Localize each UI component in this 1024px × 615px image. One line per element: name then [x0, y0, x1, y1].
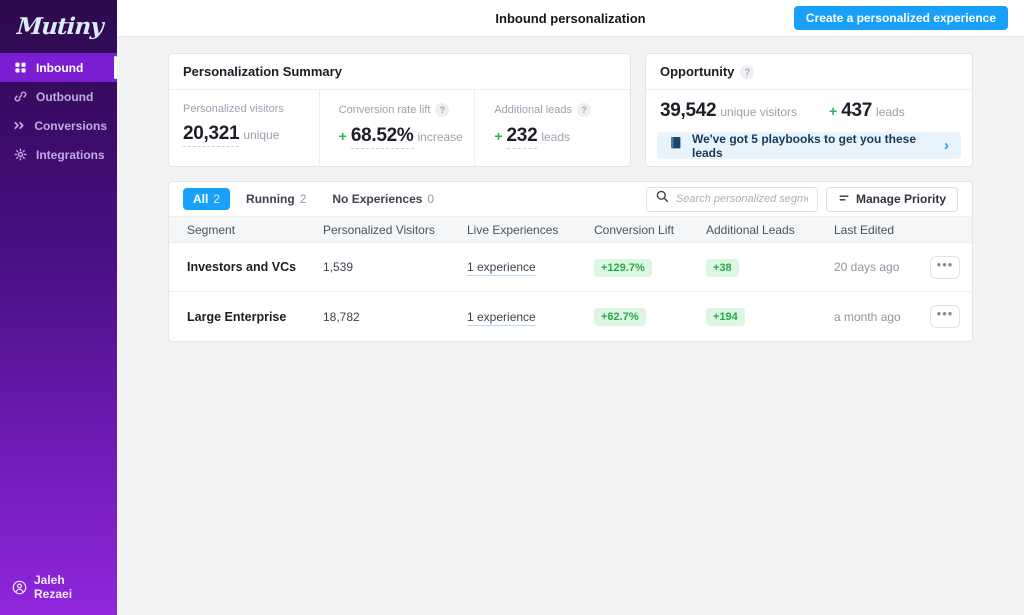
user-account[interactable]: Jaleh Rezaei: [0, 559, 117, 615]
conversion-lift-badge: +62.7%: [594, 308, 646, 326]
stat-value: 39,542: [660, 100, 716, 122]
live-experiences-link[interactable]: 1 experience: [467, 310, 536, 326]
additional-leads-badge: +194: [706, 308, 745, 326]
stat-value: 68.52%: [351, 125, 414, 149]
segments-table-card: All 2 Running 2 No Experiences 0 Manage …: [168, 181, 973, 342]
table-row[interactable]: Investors and VCs 1,539 1 experience +12…: [169, 243, 972, 292]
filter-tab-all[interactable]: All 2: [183, 188, 230, 210]
summary-stat: Conversion rate lift ? + 68.52% increase: [319, 90, 475, 167]
filter-tab-no-experiences[interactable]: No Experiences 0: [322, 188, 444, 210]
table-row[interactable]: Large Enterprise 18,782 1 experience +62…: [169, 292, 972, 341]
stat-suffix: increase: [418, 130, 463, 144]
sidebar-item-conversions[interactable]: Conversions: [0, 111, 117, 140]
manage-priority-button[interactable]: Manage Priority: [826, 187, 958, 212]
sidebar-item-outbound[interactable]: Outbound: [0, 82, 117, 111]
plus-sign: +: [494, 128, 502, 144]
column-header: Last Edited: [834, 223, 916, 237]
opportunity-card-title: Opportunity: [660, 64, 734, 79]
stat-value: 20,321: [183, 123, 239, 147]
stat-value: 437: [841, 100, 872, 122]
help-icon[interactable]: ?: [435, 103, 449, 117]
playbooks-banner-text: We've got 5 playbooks to get you these l…: [692, 132, 934, 160]
personalized-visitors-value: 18,782: [323, 310, 467, 324]
personalization-summary-card: Personalization Summary Personalized vis…: [168, 53, 631, 167]
filter-tabs: All 2 Running 2 No Experiences 0: [183, 188, 444, 210]
opportunity-stat: + 437 leads: [829, 100, 905, 122]
user-name: Jaleh Rezaei: [34, 573, 105, 601]
search-box[interactable]: [646, 187, 818, 212]
column-header: Personalized Visitors: [323, 223, 467, 237]
grid-icon: [13, 60, 28, 75]
manage-priority-label: Manage Priority: [856, 192, 946, 206]
sidebar-nav: Inbound Outbound Conversions Integration…: [0, 53, 117, 169]
stat-suffix: unique: [243, 128, 279, 142]
table-toolbar: All 2 Running 2 No Experiences 0 Manage …: [169, 182, 972, 216]
playbooks-banner[interactable]: We've got 5 playbooks to get you these l…: [657, 132, 961, 159]
plus-sign: +: [829, 103, 837, 119]
playbook-book-icon: [669, 136, 682, 155]
stat-suffix: unique visitors: [720, 105, 797, 119]
top-bar: Inbound personalization Create a persona…: [117, 0, 1024, 37]
personalized-visitors-value: 1,539: [323, 260, 467, 274]
sort-icon: [838, 192, 850, 207]
page-title: Inbound personalization: [495, 11, 645, 26]
opportunity-stats: 39,542 unique visitors + 437 leads: [657, 100, 961, 122]
column-header: Additional Leads: [706, 223, 834, 237]
stat-suffix: leads: [876, 105, 905, 119]
table-body: Investors and VCs 1,539 1 experience +12…: [169, 243, 972, 341]
column-header: Live Experiences: [467, 223, 594, 237]
conversion-lift-badge: +129.7%: [594, 259, 652, 277]
search-icon: [656, 190, 669, 208]
user-avatar-icon: [12, 580, 27, 595]
table-header-row: SegmentPersonalized VisitorsLive Experie…: [169, 216, 972, 243]
summary-stat: Additional leads ? + 232 leads: [474, 90, 630, 167]
sidebar-item-inbound[interactable]: Inbound: [0, 53, 117, 82]
last-edited-value: 20 days ago: [834, 260, 916, 274]
stat-suffix: leads: [541, 130, 570, 144]
column-header: Conversion Lift: [594, 223, 706, 237]
help-icon[interactable]: ?: [577, 103, 591, 117]
filter-tab-running[interactable]: Running 2: [236, 188, 316, 210]
link-icon: [13, 89, 28, 104]
summary-stat: Personalized visitors 20,321 unique: [169, 90, 319, 167]
additional-leads-badge: +38: [706, 259, 739, 277]
mutiny-logo: Mutiny: [0, 0, 119, 53]
last-edited-value: a month ago: [834, 310, 916, 324]
stat-label: Personalized visitors: [183, 103, 284, 115]
search-input[interactable]: [676, 193, 808, 205]
live-experiences-link[interactable]: 1 experience: [467, 260, 536, 276]
summary-stats: Personalized visitors 20,321 unique Conv…: [169, 90, 630, 167]
summary-card-title: Personalization Summary: [169, 54, 630, 90]
double-chevron-icon: [13, 118, 26, 133]
main-content: Personalization Summary Personalized vis…: [168, 53, 973, 342]
column-header: Segment: [187, 223, 323, 237]
gear-icon: [13, 147, 28, 162]
segment-name: Investors and VCs: [187, 260, 323, 274]
stat-label: Additional leads: [494, 104, 572, 116]
row-actions-button[interactable]: •••: [930, 305, 960, 328]
sidebar-item-integrations[interactable]: Integrations: [0, 140, 117, 169]
row-actions-button[interactable]: •••: [930, 256, 960, 279]
chevron-right-icon: ›: [944, 138, 949, 153]
sidebar: Mutiny Inbound Outbound Conversions Inte…: [0, 0, 117, 615]
plus-sign: +: [339, 128, 347, 144]
create-experience-button[interactable]: Create a personalized experience: [794, 6, 1008, 30]
stat-label: Conversion rate lift: [339, 104, 431, 116]
opportunity-stat: 39,542 unique visitors: [660, 100, 797, 122]
segment-name: Large Enterprise: [187, 310, 323, 324]
help-icon[interactable]: ?: [740, 65, 754, 79]
stat-value: 232: [507, 125, 538, 149]
opportunity-card: Opportunity ? 39,542 unique visitors + 4…: [645, 53, 973, 167]
